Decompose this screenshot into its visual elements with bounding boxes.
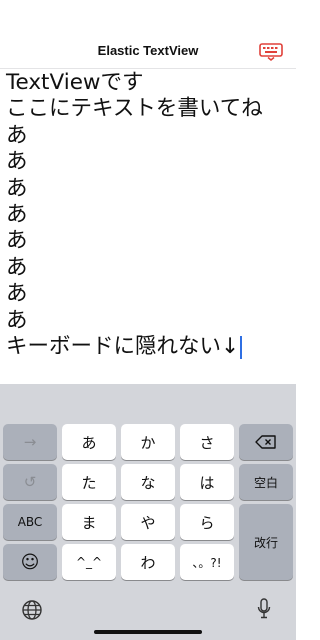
key-ra[interactable]: ら [180,504,234,540]
text-line: あ [6,149,28,175]
text-line: あ [6,307,28,333]
text-cursor [240,336,242,359]
abc-key[interactable]: ABC [3,504,57,540]
key-sa[interactable]: さ [180,424,234,460]
emoji-key[interactable]: ☺ [3,544,57,580]
emoji-icon: ☺ [20,551,40,573]
text-line: TextViewです [6,70,144,95]
undo-icon: ↺ [23,473,37,491]
key-ha[interactable]: は [180,464,234,500]
nav-title: Elastic TextView [97,43,199,58]
key-na[interactable]: な [121,464,175,500]
arrow-key[interactable]: → [3,424,57,460]
text-line: キーボードに隠れない↓ [6,334,240,359]
globe-icon[interactable] [20,598,44,622]
keyboard-toggle-icon[interactable] [259,43,283,61]
text-line: あ [6,202,28,227]
space-key[interactable]: 空白 [239,464,293,500]
key-a[interactable]: あ [62,424,116,460]
home-indicator [94,630,202,634]
text-view[interactable]: TextViewです ここにテキストを書いてね あ あ あ あ あ あ あ あ … [0,68,296,384]
punctuation-key[interactable]: 、。?! [180,544,234,580]
key-ya[interactable]: や [121,504,175,540]
text-line: あ [6,122,28,148]
text-line: あ [6,254,28,280]
text-line: あ [6,228,28,254]
return-key[interactable]: 改行 [239,504,293,580]
key-ta[interactable]: た [62,464,116,500]
text-line: あ [6,175,28,201]
key-ka[interactable]: か [121,424,175,460]
text-line: ここにテキストを書いてね [6,96,263,122]
navigation-bar: Elastic TextView [0,0,296,69]
japanese-flick-keyboard: → あ か さ ↺ た な は 空白 ABC ま や ら 改行 ☺ ^_^ わ … [0,384,296,640]
delete-button[interactable] [239,424,293,460]
key-ma[interactable]: ま [62,504,116,540]
key-wa[interactable]: わ [121,544,175,580]
text-line: あ [6,281,28,307]
microphone-icon[interactable] [254,596,274,622]
undo-key[interactable]: ↺ [3,464,57,500]
delete-icon [255,435,276,449]
kaomoji-key[interactable]: ^_^ [62,544,116,580]
